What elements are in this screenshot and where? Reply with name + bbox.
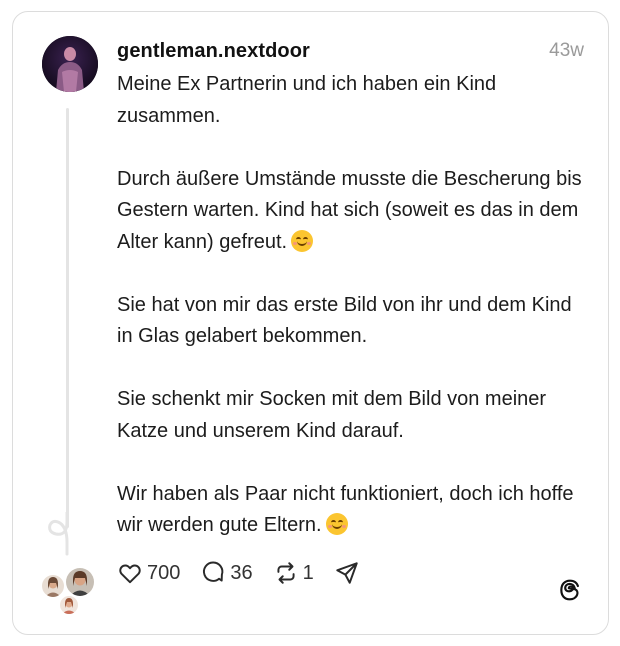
post-timestamp[interactable]: 43w (549, 40, 584, 62)
post-paragraph: Sie schenkt mir Socken mit dem Bild von … (117, 384, 587, 447)
like-count: 700 (147, 561, 181, 584)
thread-line (66, 108, 69, 528)
smiling-face-emoji-icon (325, 513, 348, 535)
post-paragraph: Sie hat von mir das erste Bild von ihr u… (117, 290, 587, 353)
smiling-face-emoji-icon (291, 229, 314, 252)
repost-icon (277, 562, 295, 584)
thread-loop-icon (48, 512, 69, 556)
speech-bubble-icon (203, 561, 224, 582)
post-body: Meine Ex Partnerin und ich haben ein Kin… (117, 69, 587, 542)
reply-count: 36 (230, 561, 253, 584)
share-button[interactable] (334, 560, 360, 586)
post-paragraph: Wir haben als Paar nicht funktioniert, d… (117, 479, 587, 542)
send-icon (336, 562, 358, 584)
post-paragraph: Durch äußere Umstände musste die Bescher… (117, 164, 587, 259)
heart-icon (119, 564, 141, 584)
paragraph-text: Sie hat von mir das erste Bild von ihr u… (117, 293, 572, 348)
author-username[interactable]: gentleman.nextdoor (117, 40, 310, 63)
post-paragraph: Meine Ex Partnerin und ich haben ein Kin… (117, 69, 587, 132)
threads-logo-icon[interactable] (557, 577, 583, 603)
like-button[interactable]: 700 (117, 560, 180, 586)
repost-button[interactable]: 1 (273, 560, 314, 586)
paragraph-text: Sie schenkt mir Socken mit dem Bild von … (117, 388, 547, 442)
paragraph-text: Durch äußere Umstände musste die Bescher… (117, 167, 582, 253)
repost-count: 1 (302, 561, 314, 584)
paragraph-text: Meine Ex Partnerin und ich haben ein Kin… (117, 73, 497, 127)
reply-button[interactable]: 36 (200, 560, 253, 586)
author-avatar[interactable] (42, 36, 98, 92)
action-bar: 700 36 1 (117, 560, 380, 586)
replier-avatar[interactable] (58, 594, 80, 616)
